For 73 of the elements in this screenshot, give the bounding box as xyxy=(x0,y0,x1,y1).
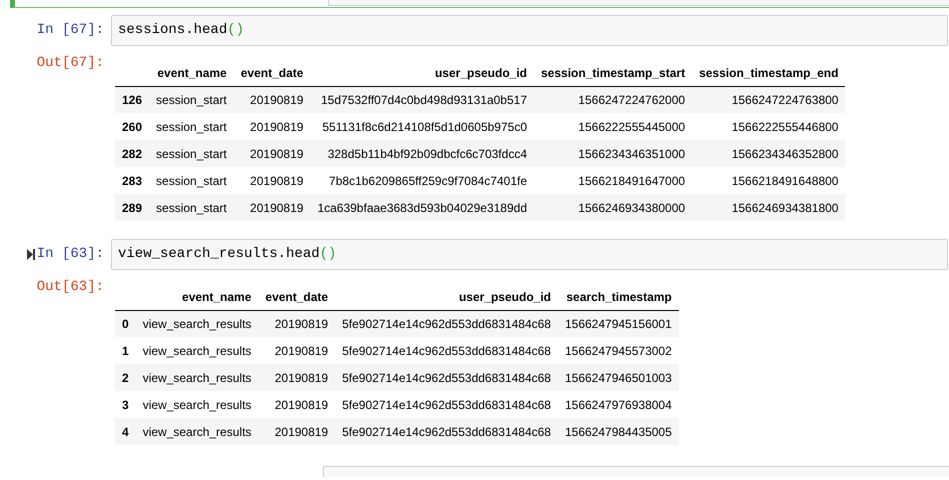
table-cell: 20190819 xyxy=(234,140,310,167)
table-cell: 1566222555446800 xyxy=(692,113,846,140)
column-header: event_date xyxy=(258,284,336,310)
table-cell: 1566234346351000 xyxy=(534,140,692,167)
table-cell: session_start xyxy=(149,86,234,113)
table-cell: view_search_results xyxy=(136,418,258,445)
code-input[interactable]: view_search_results.head() xyxy=(111,239,948,270)
table-cell: 20190819 xyxy=(234,167,310,194)
table-cell: 1ca639bfaae3683d593b04029e3189dd xyxy=(310,194,534,221)
row-index: 282 xyxy=(115,140,150,167)
column-header: user_pseudo_id xyxy=(335,284,558,310)
table-cell: session_start xyxy=(149,194,234,221)
table-cell: 5fe902714e14c962d553dd6831484c68 xyxy=(335,418,558,445)
table-cell: 1566247945156001 xyxy=(558,310,679,337)
table-cell: 5fe902714e14c962d553dd6831484c68 xyxy=(335,337,558,364)
table-cell: 20190819 xyxy=(234,113,310,140)
table-cell: view_search_results xyxy=(136,391,258,418)
table-cell: 1566234346352800 xyxy=(692,140,846,167)
table-cell: 20190819 xyxy=(258,364,336,391)
table-cell: 7b8c1b6209865ff259c9f7084c7401fe xyxy=(310,167,534,194)
row-index: 4 xyxy=(115,418,136,445)
table-cell: 20190819 xyxy=(258,337,336,364)
table-cell: 1566247224762000 xyxy=(534,86,692,113)
table-cell: 20190819 xyxy=(258,391,336,418)
column-header: session_timestamp_start xyxy=(534,60,692,86)
output-prompt: Out[67]: xyxy=(36,54,104,73)
table-cell: 1566247984435005 xyxy=(558,418,679,445)
row-index: 3 xyxy=(115,391,136,418)
table-cell: 5fe902714e14c962d553dd6831484c68 xyxy=(335,391,558,418)
input-prompt: In [67]: xyxy=(36,21,104,40)
table-cell: 1566222555445000 xyxy=(534,113,692,140)
code-input-area[interactable] xyxy=(328,0,949,6)
table-cell: 1566246934381800 xyxy=(692,194,846,221)
table-cell: 328d5b11b4bf92b09dbcfc6c703fdcc4 xyxy=(310,140,534,167)
table-cell: 5fe902714e14c962d553dd6831484c68 xyxy=(335,310,558,337)
column-header: session_timestamp_end xyxy=(692,60,846,86)
row-index: 2 xyxy=(115,364,136,391)
row-index: 289 xyxy=(115,194,150,221)
table-cell: session_start xyxy=(149,167,234,194)
row-index: 0 xyxy=(115,310,136,337)
column-header: user_pseudo_id xyxy=(310,60,534,86)
table-cell: 1566218491647000 xyxy=(534,167,692,194)
column-header: event_name xyxy=(136,284,258,310)
table-cell: 20190819 xyxy=(234,194,310,221)
row-index: 1 xyxy=(115,337,136,364)
table-cell: 1566247224763800 xyxy=(692,86,846,113)
table-cell: 1566218491648800 xyxy=(692,167,846,194)
table-cell: view_search_results xyxy=(136,364,258,391)
code-input-area[interactable] xyxy=(323,466,949,477)
table-cell: 1566247945573002 xyxy=(558,337,679,364)
table-cell: view_search_results xyxy=(136,337,258,364)
input-prompt: In [63]: xyxy=(36,245,104,264)
table-cell: 15d7532ff07d4c0bd498d93131a0b517 xyxy=(310,86,534,113)
notebook-cell[interactable] xyxy=(10,0,949,8)
code-input[interactable]: sessions.head() xyxy=(111,15,948,46)
column-header: event_date xyxy=(234,60,310,86)
table-cell: 1566247946501003 xyxy=(558,364,679,391)
row-index: 126 xyxy=(115,86,150,113)
row-index: 260 xyxy=(115,113,150,140)
row-index: 283 xyxy=(115,167,150,194)
column-header: search_timestamp xyxy=(558,284,679,310)
table-cell: 551131f8c6d214108f5d1d0605b975c0 xyxy=(310,113,534,140)
output-prompt: Out[63]: xyxy=(36,278,104,297)
table-cell: 20190819 xyxy=(234,86,310,113)
table-cell: 1566247976938004 xyxy=(558,391,679,418)
table-cell: session_start xyxy=(149,113,234,140)
table-cell: 20190819 xyxy=(258,310,336,337)
table-cell: 20190819 xyxy=(258,418,336,445)
column-header: event_name xyxy=(149,60,234,86)
table-cell: view_search_results xyxy=(136,310,258,337)
table-cell: 5fe902714e14c962d553dd6831484c68 xyxy=(335,364,558,391)
table-cell: 1566246934380000 xyxy=(534,194,692,221)
table-cell: session_start xyxy=(149,140,234,167)
